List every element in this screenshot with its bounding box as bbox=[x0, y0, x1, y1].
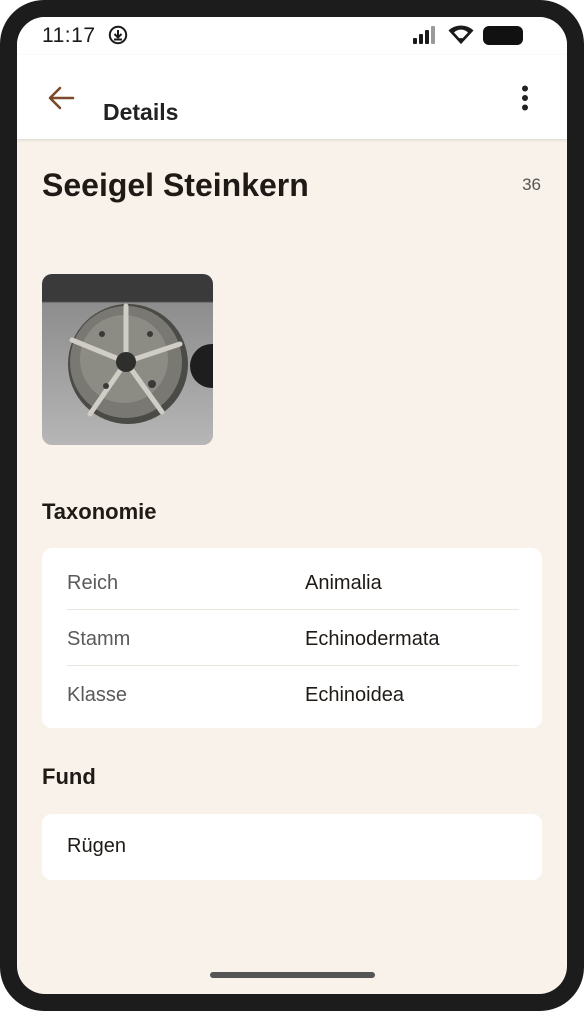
item-number: 36 bbox=[522, 175, 541, 194]
taxonomy-value: Echinodermata bbox=[305, 628, 440, 650]
screen: 11:17 Details Seeigel Steinkern 36 Taxon… bbox=[17, 17, 567, 994]
arrow-back-icon bbox=[48, 86, 75, 110]
item-title: Seeigel Steinkern bbox=[42, 167, 309, 203]
cell-signal-icon bbox=[413, 26, 435, 44]
back-button[interactable] bbox=[39, 81, 83, 115]
battery-icon bbox=[483, 26, 523, 45]
app-bar: Details bbox=[17, 55, 567, 139]
download-circle-icon bbox=[108, 25, 128, 45]
taxonomy-label: Reich bbox=[67, 572, 119, 594]
find-location: Rügen bbox=[67, 835, 126, 857]
taxonomy-label: Stamm bbox=[67, 628, 131, 650]
phone-frame: 11:17 Details Seeigel Steinkern 36 Taxon… bbox=[0, 0, 584, 1011]
app-bar-title: Details bbox=[103, 99, 179, 125]
taxonomy-value: Animalia bbox=[305, 572, 382, 594]
taxonomy-heading: Taxonomie bbox=[42, 499, 157, 524]
taxonomy-row: Klasse Echinoidea bbox=[67, 666, 519, 722]
taxonomy-value: Echinoidea bbox=[305, 684, 404, 706]
wifi-icon bbox=[448, 25, 474, 44]
find-heading: Fund bbox=[42, 764, 96, 789]
find-card: Rügen bbox=[42, 814, 542, 880]
specimen-photo[interactable] bbox=[42, 274, 213, 445]
status-time: 11:17 bbox=[42, 24, 96, 47]
taxonomy-label: Klasse bbox=[67, 684, 128, 706]
taxonomy-row: Stamm Echinodermata bbox=[67, 610, 519, 666]
home-indicator[interactable] bbox=[210, 972, 375, 978]
status-bar: 11:17 bbox=[17, 17, 567, 55]
more-options-button[interactable] bbox=[511, 81, 539, 115]
more-vert-icon bbox=[522, 85, 528, 111]
taxonomy-row: Reich Animalia bbox=[67, 554, 519, 610]
taxonomy-card: Reich Animalia Stamm Echinodermata Klass… bbox=[42, 548, 542, 728]
sea-urchin-fossil-image bbox=[68, 303, 213, 424]
